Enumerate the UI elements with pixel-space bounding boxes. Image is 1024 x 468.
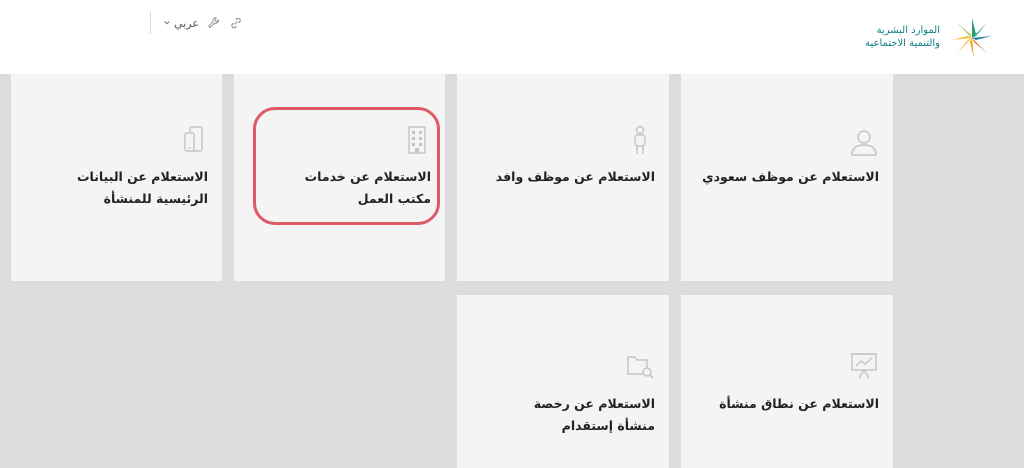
card-saudi-employee[interactable]: الاستعلام عن موظف سعودي bbox=[681, 74, 893, 281]
logo-line-2: والتنمية الاجتماعية bbox=[865, 38, 940, 49]
user-icon bbox=[851, 130, 877, 156]
link-icon[interactable] bbox=[229, 16, 243, 30]
wrench-icon[interactable] bbox=[207, 16, 221, 30]
building-icon bbox=[408, 126, 426, 154]
person-icon bbox=[634, 125, 646, 154]
card-title: الاستعلام عن رخصة منشأة إستقدام bbox=[533, 396, 655, 433]
card-title: الاستعلام عن البيانات الرئيسية للمنشأة bbox=[76, 169, 208, 206]
logo-text: الموارد البشرية والتنمية الاجتماعية bbox=[865, 24, 940, 50]
card-expat-employee[interactable]: الاستعلام عن موظف وافد bbox=[457, 74, 669, 281]
card-title: الاستعلام عن موظف سعودي bbox=[702, 169, 879, 184]
mobile-icon bbox=[184, 126, 203, 152]
top-header: عربي الموارد البشرية والتنمية الاجتماعية bbox=[0, 0, 1024, 74]
ministry-logo[interactable]: الموارد البشرية والتنمية الاجتماعية bbox=[846, 14, 996, 62]
header-toolbar: عربي bbox=[150, 12, 243, 34]
folder-search-icon bbox=[627, 356, 654, 379]
language-label: عربي bbox=[174, 16, 199, 30]
card-recruitment-license[interactable]: الاستعلام عن رخصة منشأة إستقدام bbox=[457, 295, 669, 468]
card-title: الاستعلام عن نطاق منشأة bbox=[719, 396, 879, 411]
card-labor-office-services[interactable]: الاستعلام عن خدمات مكتب العمل bbox=[234, 74, 445, 281]
card-establishment-main-data[interactable]: الاستعلام عن البيانات الرئيسية للمنشأة bbox=[11, 74, 222, 281]
logo-line-1: الموارد البشرية bbox=[876, 25, 940, 36]
card-establishment-range[interactable]: الاستعلام عن نطاق منشأة bbox=[681, 295, 893, 468]
page: عربي الموارد البشرية والتنمية الاجتماعية bbox=[0, 0, 1024, 468]
presentation-chart-icon bbox=[851, 353, 877, 379]
language-selector[interactable]: عربي bbox=[163, 17, 199, 30]
chevron-down-icon bbox=[164, 21, 170, 25]
card-title: الاستعلام عن خدمات مكتب العمل bbox=[304, 169, 431, 206]
card-title: الاستعلام عن موظف وافد bbox=[495, 169, 655, 184]
logo-star-icon bbox=[952, 18, 992, 58]
